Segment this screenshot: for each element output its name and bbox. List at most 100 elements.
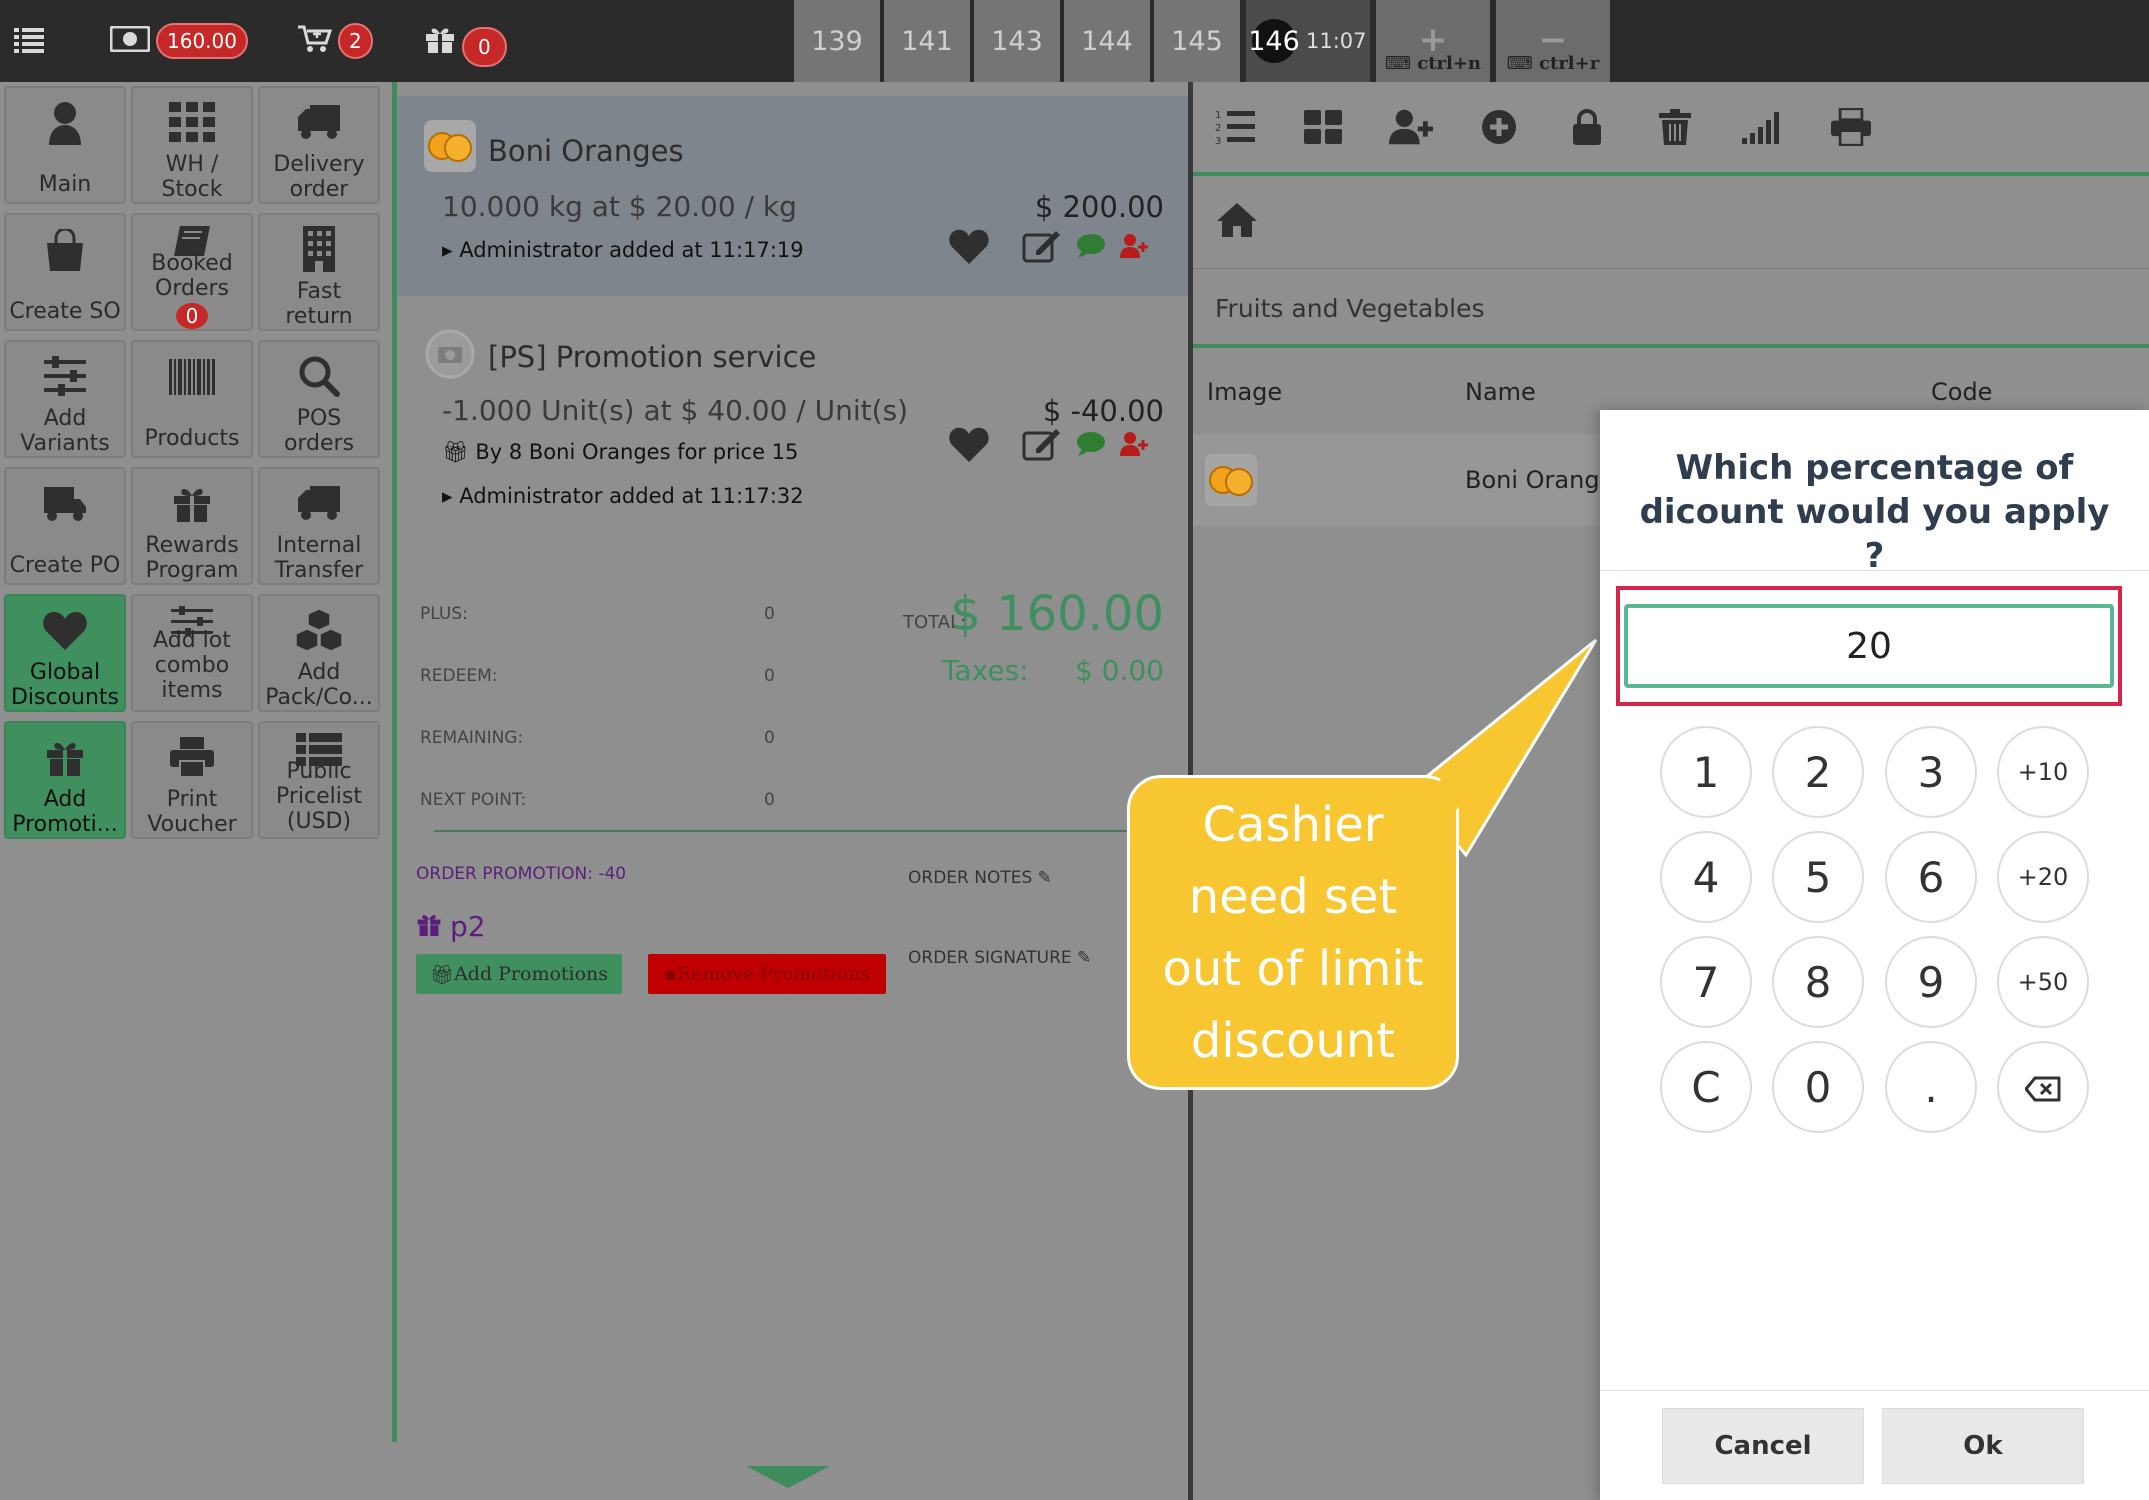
heart-icon[interactable]	[948, 228, 990, 268]
promotion-tag: p2	[416, 910, 486, 943]
order-tab-145[interactable]: 145	[1154, 0, 1240, 82]
remove-promotions-button[interactable]: ▪ Remove Promotions	[648, 954, 886, 994]
order-promotion-label: ORDER PROMOTION: -40	[416, 864, 627, 884]
numpad-key-8[interactable]: 8	[1772, 936, 1864, 1028]
grid-view-icon[interactable]	[1301, 105, 1345, 149]
comment-icon[interactable]	[1076, 431, 1106, 461]
menu-add-promotion[interactable]: Add Promoti...	[4, 721, 126, 839]
order-notes-link[interactable]: ORDER NOTES ✎	[908, 868, 1052, 888]
numpad-key-6[interactable]: 6	[1885, 831, 1977, 923]
home-icon[interactable]	[1217, 203, 1257, 241]
discount-percentage-input[interactable]	[1624, 604, 2114, 688]
menu-rewards-program[interactable]: Rewards Program	[131, 467, 253, 585]
menu-add-pack[interactable]: Add Pack/Co...	[258, 594, 380, 712]
heart-icon	[42, 606, 88, 654]
numpad-key-clear[interactable]: C	[1660, 1041, 1752, 1133]
taxes-label: Taxes:	[942, 654, 1029, 687]
numpad-key-plus10[interactable]: +10	[1997, 726, 2089, 818]
print-icon[interactable]	[1829, 105, 1873, 149]
heart-icon[interactable]	[948, 426, 990, 466]
edit-icon: ✎	[1037, 868, 1052, 888]
numpad-key-0[interactable]: 0	[1772, 1041, 1864, 1133]
remove-order-button[interactable]: − ⌨ ctrl+r	[1496, 0, 1610, 82]
numpad-key-1[interactable]: 1	[1660, 726, 1752, 818]
summary-divider	[434, 830, 1174, 832]
order-signature-label: ORDER SIGNATURE	[908, 948, 1072, 968]
menu-list-icon[interactable]	[14, 0, 44, 82]
menu-delivery-order[interactable]: Delivery order	[258, 86, 380, 204]
ok-button[interactable]: Ok	[1882, 1408, 2084, 1484]
menu-products[interactable]: Products	[131, 340, 253, 458]
menu-fast-return[interactable]: Fast return	[258, 213, 380, 331]
order-line-qty: -1.000 Unit(s) at $ 40.00 / Unit(s)	[442, 394, 909, 427]
order-tab-139[interactable]: 139	[794, 0, 880, 82]
order-signature-link[interactable]: ORDER SIGNATURE ✎	[908, 948, 1091, 968]
menu-print-voucher[interactable]: Print Voucher	[131, 721, 253, 839]
dialog-footer-divider	[1600, 1390, 2149, 1391]
svg-text:1: 1	[1215, 110, 1221, 121]
numpad-key-plus20[interactable]: +20	[1997, 831, 2089, 923]
ordered-list-icon[interactable]: 1 2 3	[1213, 105, 1257, 149]
lock-icon[interactable]	[1565, 105, 1609, 149]
order-line[interactable]: [PS] Promotion service -1.000 Unit(s) at…	[398, 308, 1188, 508]
order-tab-label: 144	[1081, 25, 1133, 57]
remove-order-shortcut-text: ctrl+r	[1539, 53, 1600, 74]
menu-products-label: Products	[144, 426, 240, 451]
menu-create-so[interactable]: Create SO	[4, 213, 126, 331]
numpad-key-decimal[interactable]: .	[1885, 1041, 1977, 1133]
new-order-button[interactable]: + ⌨ ctrl+n	[1376, 0, 1490, 82]
annotation-callout: Cashier need set out of limit discount	[1127, 775, 1459, 1090]
numpad-key-7[interactable]: 7	[1660, 936, 1752, 1028]
numpad-key-4[interactable]: 4	[1660, 831, 1752, 923]
menu-add-lot-combo[interactable]: Add lot combo items	[131, 594, 253, 712]
add-promotions-button[interactable]: 🎁︎ Add Promotions	[416, 954, 622, 994]
cancel-button[interactable]: Cancel	[1662, 1408, 1864, 1484]
left-menu: Main WH / Stock Delivery order Create SO…	[0, 82, 390, 1500]
order-tab-144[interactable]: 144	[1064, 0, 1150, 82]
plus-circle-icon[interactable]	[1477, 105, 1521, 149]
menu-wh-stock[interactable]: WH / Stock	[131, 86, 253, 204]
menu-main-label: Main	[38, 172, 92, 197]
plus-label: PLUS:	[420, 604, 468, 624]
taxes-value: $ 0.00	[1074, 654, 1164, 687]
order-tab-141[interactable]: 141	[884, 0, 970, 82]
signal-icon[interactable]	[1741, 105, 1785, 149]
cart-indicator[interactable]: 2	[296, 0, 373, 82]
add-user-icon[interactable]	[1120, 234, 1148, 262]
gift-indicator[interactable]: 0	[424, 0, 507, 82]
trash-icon[interactable]	[1653, 105, 1697, 149]
menu-add-pack-label: Add Pack/Co...	[265, 660, 373, 710]
edit-icon[interactable]	[1022, 427, 1062, 465]
menu-global-discounts[interactable]: Global Discounts	[4, 594, 126, 712]
comment-icon[interactable]	[1076, 233, 1106, 263]
remove-order-shortcut: ⌨ ctrl+r	[1507, 53, 1599, 74]
order-line-note: ▸ Administrator added at 11:17:19	[442, 238, 804, 262]
order-tab-143[interactable]: 143	[974, 0, 1060, 82]
menu-booked-orders[interactable]: Booked Orders 0	[131, 213, 253, 331]
category-label: Fruits and Vegetables	[1215, 294, 1485, 323]
order-tab-active[interactable]: 146 11:07	[1246, 0, 1370, 82]
menu-create-po[interactable]: Create PO	[4, 467, 126, 585]
numpad-key-backspace[interactable]	[1997, 1041, 2089, 1133]
cash-amount-badge: 160.00	[156, 23, 248, 59]
menu-add-variants[interactable]: Add Variants	[4, 340, 126, 458]
numpad-key-3[interactable]: 3	[1885, 726, 1977, 818]
menu-public-pricelist[interactable]: Public Pricelist (USD)	[258, 721, 380, 839]
cash-indicator[interactable]: 160.00	[109, 0, 248, 82]
numpad-key-plus50[interactable]: +50	[1997, 936, 2089, 1028]
numpad-key-2[interactable]: 2	[1772, 726, 1864, 818]
menu-internal-transfer[interactable]: Internal Transfer	[258, 467, 380, 585]
active-order-number: 146	[1248, 19, 1300, 63]
add-customer-icon[interactable]	[1389, 105, 1433, 149]
order-panel: Boni Oranges 10.000 kg at $ 20.00 / kg $…	[398, 82, 1188, 1500]
menu-main[interactable]: Main	[4, 86, 126, 204]
order-line-qty: 10.000 kg at $ 20.00 / kg	[442, 190, 797, 223]
scroll-down-icon[interactable]	[746, 1466, 830, 1488]
add-user-icon[interactable]	[1120, 432, 1148, 460]
edit-icon[interactable]	[1022, 229, 1062, 267]
numpad-key-5[interactable]: 5	[1772, 831, 1864, 923]
menu-pos-orders[interactable]: POS orders	[258, 340, 380, 458]
order-line-selected[interactable]: Boni Oranges 10.000 kg at $ 20.00 / kg $…	[398, 96, 1188, 296]
category-fruits-vegetables[interactable]: Fruits and Vegetables	[1193, 268, 2149, 348]
numpad-key-9[interactable]: 9	[1885, 936, 1977, 1028]
